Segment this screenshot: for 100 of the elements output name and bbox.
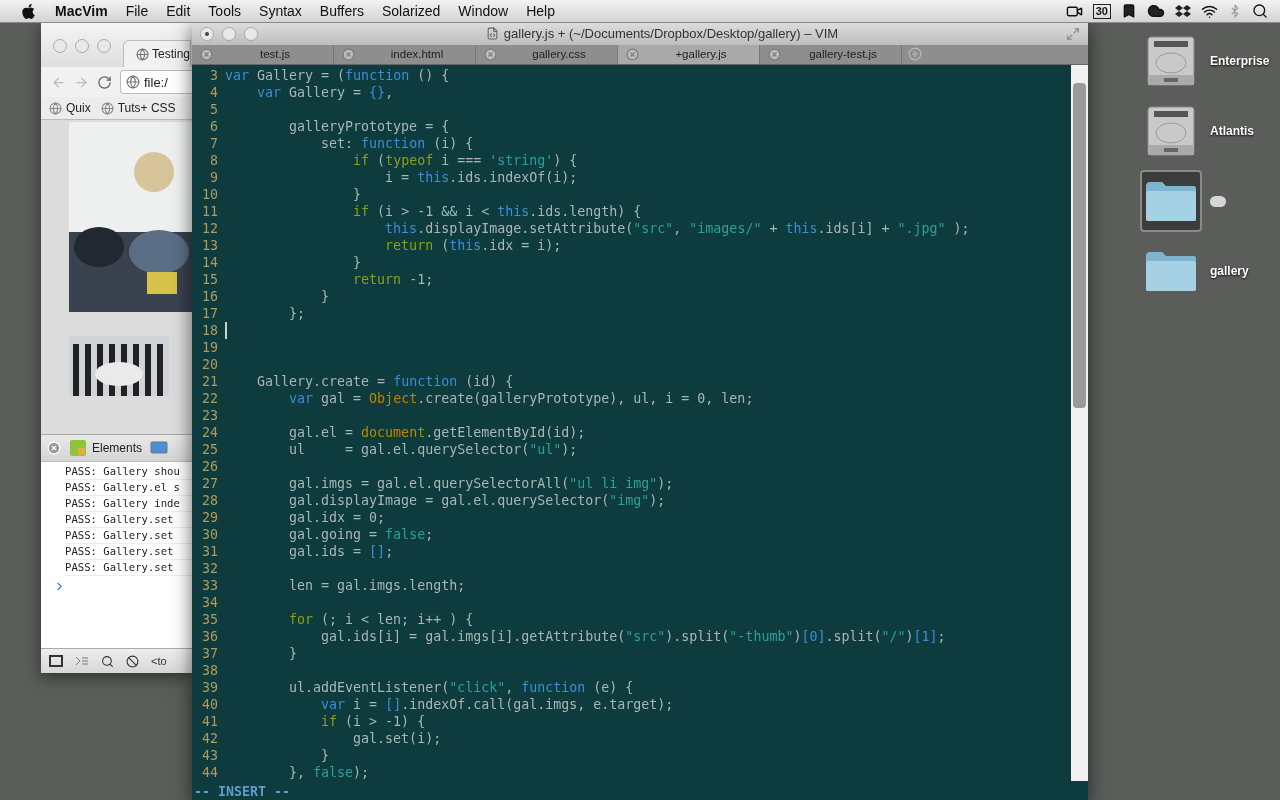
code-line: i = this.ids.indexOf(i);	[384, 169, 578, 187]
code-line: set: function (i) {	[320, 135, 474, 153]
icon-label[interactable]: gallery	[1210, 264, 1249, 278]
code-line: }	[352, 254, 362, 272]
line-number: 31	[201, 543, 218, 561]
console-icon[interactable]	[75, 655, 89, 667]
dock-icon[interactable]	[49, 655, 63, 667]
bookmark-link[interactable]: Quix	[49, 101, 91, 115]
line-number: 3	[209, 67, 218, 85]
code-line: this.displayImage.setAttribute("src", "images/" + this.ids[i] + ".jpg" );	[384, 220, 970, 238]
menu-item[interactable]: Help	[526, 3, 555, 19]
mode-indicator: -- INSERT --	[192, 781, 1088, 800]
globe-icon	[136, 47, 149, 61]
bookmark-link[interactable]: Tuts+ CSS	[100, 101, 176, 115]
search-icon[interactable]	[101, 654, 114, 668]
monitor-icon[interactable]	[150, 440, 169, 456]
line-number: 34	[201, 594, 218, 612]
line-number: 29	[201, 509, 218, 527]
calendar-date[interactable]: 30	[1092, 3, 1111, 19]
code-line: galleryPrototype = {	[288, 118, 450, 136]
minimize-button[interactable]	[222, 26, 236, 41]
zoom-button[interactable]	[244, 26, 258, 41]
browser-tab[interactable]: Testing	[123, 40, 192, 67]
line-number: 32	[201, 560, 218, 578]
hard-drive-icon	[1146, 105, 1196, 157]
line-number: 36	[201, 628, 218, 646]
code-line: if (i > -1 && i < this.ids.length) {	[352, 203, 642, 221]
line-number: 18	[201, 322, 218, 340]
line-number: 12	[201, 220, 218, 238]
search-icon[interactable]	[1252, 3, 1268, 19]
icon-label[interactable]: Atlantis	[1210, 124, 1254, 138]
line-number: 20	[201, 356, 218, 374]
code-line: var gal = Object.create(galleryPrototype), ul, i = 0, len;	[288, 390, 754, 408]
code-line: ul.addEventListener("click", function (e) {	[288, 679, 634, 697]
line-number: 40	[201, 696, 218, 714]
app-menu[interactable]: MacVim	[55, 3, 108, 19]
menu-item[interactable]: Syntax	[259, 3, 302, 19]
menu-item[interactable]: Window	[458, 3, 509, 19]
code-line: }	[288, 645, 298, 663]
code-line: gal.displayImage = gal.el.querySelector("img");	[288, 492, 666, 510]
box-icon[interactable]	[1175, 3, 1191, 19]
rename-field[interactable]	[1210, 195, 1226, 207]
cloud-icon[interactable]	[1147, 2, 1165, 20]
code-line: gal.idx = 0;	[288, 509, 386, 527]
editor-tab[interactable]: +gallery.js	[618, 44, 760, 65]
code-line: }	[352, 186, 362, 204]
close-icon[interactable]	[342, 47, 355, 61]
address-field[interactable]: file:/	[120, 70, 192, 94]
code-line: };	[288, 305, 306, 323]
line-number: 24	[201, 424, 218, 442]
code-line: gal.ids = [];	[288, 543, 394, 561]
line-number: 13	[201, 237, 218, 255]
close-icon[interactable]	[768, 47, 781, 61]
icon-selection[interactable]	[1140, 170, 1202, 232]
reload-icon[interactable]	[97, 74, 112, 90]
menu-item[interactable]: File	[125, 3, 149, 19]
code-line: return -1;	[352, 271, 434, 289]
line-number: 8	[209, 152, 218, 170]
line-number: 30	[201, 526, 218, 544]
line-number: 7	[209, 135, 218, 153]
close-button[interactable]	[200, 26, 214, 41]
globe-icon	[100, 101, 114, 115]
zoom-button[interactable]	[97, 39, 111, 53]
breadcrumb[interactable]: <to	[151, 655, 167, 667]
line-number: 11	[201, 203, 218, 221]
line-number: 37	[201, 645, 218, 663]
close-icon[interactable]	[626, 47, 639, 61]
apple-icon[interactable]	[20, 2, 37, 20]
menu-item[interactable]: Solarized	[381, 3, 441, 19]
line-number: 33	[201, 577, 218, 595]
line-number: 19	[201, 339, 218, 357]
menu-item[interactable]: Edit	[166, 3, 191, 19]
clear-icon[interactable]	[126, 654, 139, 668]
folder-icon	[1144, 250, 1198, 292]
close-icon[interactable]	[484, 47, 497, 61]
code-line: var i = [].indexOf.call(gal.imgs, e.target);	[320, 696, 674, 714]
line-number: 14	[201, 254, 218, 272]
line-number: 5	[209, 101, 218, 119]
code-line: gal.imgs = gal.el.querySelectorAll("ul li img");	[288, 475, 674, 493]
menu-item[interactable]: Buffers	[319, 3, 364, 19]
bookmark-icon[interactable]	[1121, 3, 1137, 19]
line-number: 26	[201, 458, 218, 476]
menu-item[interactable]: Tools	[208, 3, 242, 19]
line-number: 35	[201, 611, 218, 629]
code-line: }	[320, 288, 330, 306]
line-number: 44	[201, 764, 218, 782]
line-number: 41	[201, 713, 218, 731]
line-number: 23	[201, 407, 218, 425]
scrollbar[interactable]	[1071, 65, 1088, 782]
line-number: 4	[209, 84, 218, 102]
code-line: return (this.idx = i);	[384, 237, 562, 255]
code-line: if (i > -1) {	[320, 713, 426, 731]
line-number: 21	[201, 373, 218, 391]
line-number: 6	[209, 118, 218, 136]
fullscreen-icon[interactable]	[1066, 26, 1080, 41]
minimize-button[interactable]	[75, 39, 89, 53]
close-icon[interactable]	[200, 47, 213, 61]
file-icon	[485, 27, 499, 41]
icon-label[interactable]: Enterprise	[1210, 54, 1270, 68]
code-line: gal.set(i);	[352, 730, 442, 748]
